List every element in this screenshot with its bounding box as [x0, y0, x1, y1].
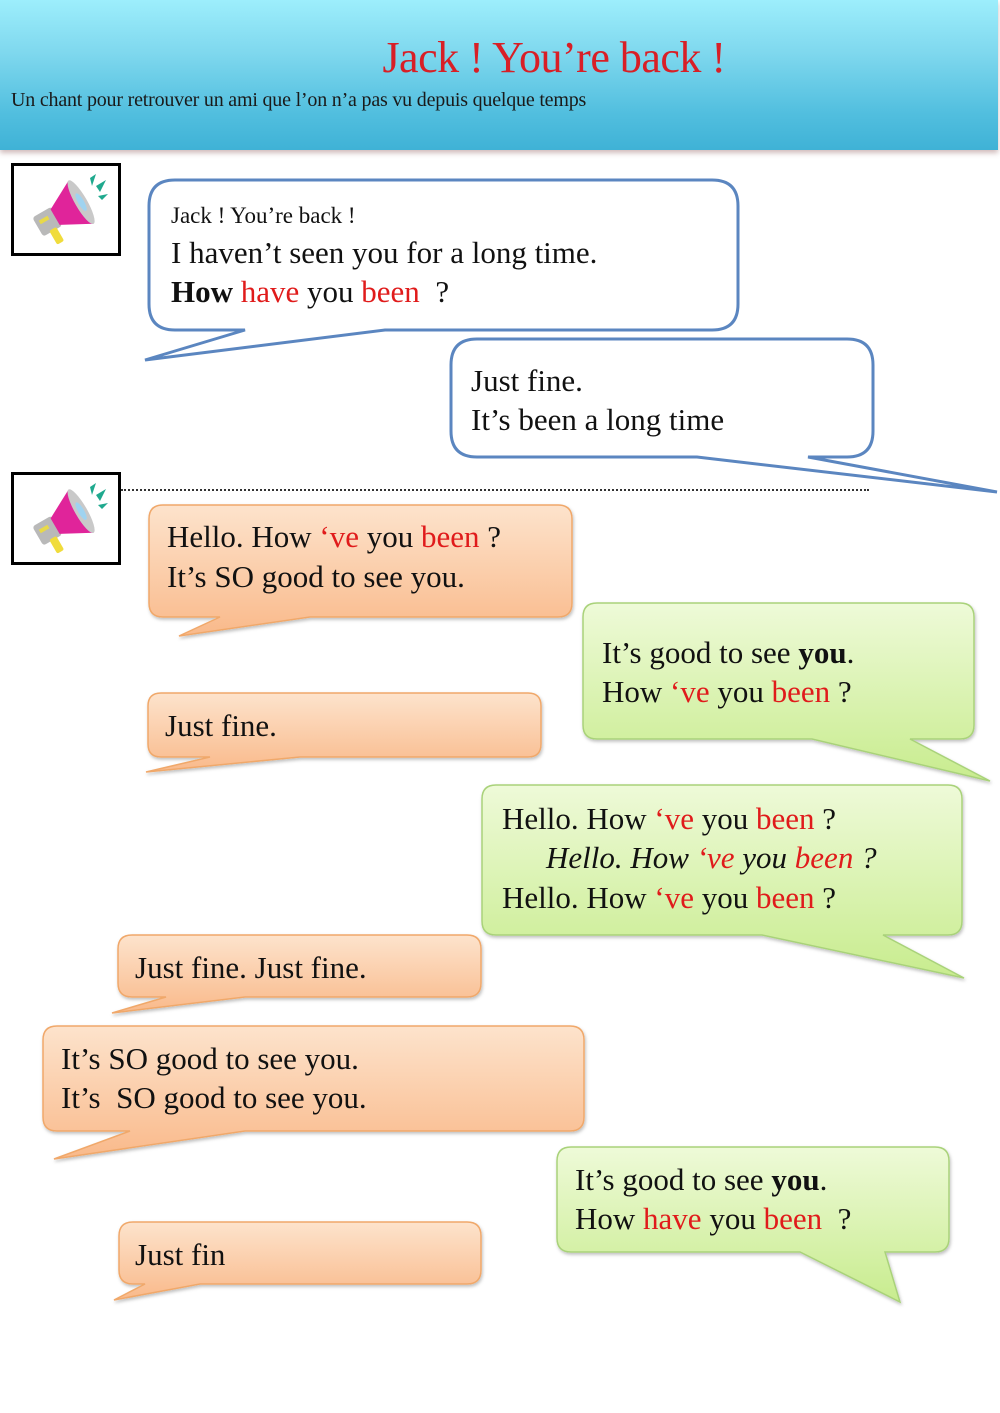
text: you [694, 880, 756, 915]
orange-4-line-1: It’s SO good to see you. [61, 1041, 359, 1076]
word-ve: ‘ve [670, 674, 710, 709]
text: you [709, 674, 772, 709]
green-2-line-1: Hello. How ‘ve you been ? [502, 799, 836, 838]
text: It’s good to see [575, 1162, 772, 1197]
orange-2-line-1: Just fine. [165, 708, 277, 743]
word-have: have [643, 1201, 702, 1236]
word-ve: ‘ve [696, 840, 735, 875]
bubble-2-line-2: It’s been a long time [471, 402, 725, 437]
green-1-line-2: How ‘ve you been ? [602, 672, 852, 711]
text: Hello. How [167, 519, 320, 554]
text: How [575, 1201, 644, 1236]
green-3-line-1: It’s good to see you. [575, 1160, 827, 1199]
orange-1-line-1: Hello. How ‘ve you been ? [167, 517, 501, 556]
text: Hello. How [502, 801, 655, 836]
orange-3-line-1: Just fine. Just fine. [135, 950, 367, 985]
word-been: been [763, 1201, 823, 1236]
word-you: you [798, 635, 847, 670]
text: you [694, 801, 756, 836]
text: Hello. How [502, 880, 655, 915]
bubble-2-line-1: Just fine. [471, 363, 583, 398]
word-been: been [361, 274, 420, 309]
bubble-1-line-1: Jack ! You’re back ! [171, 203, 356, 228]
word-ve: ‘ve [654, 801, 694, 836]
text: Hello. How [546, 840, 697, 875]
green-1-line-1: It’s good to see you. [602, 633, 854, 672]
text: ? [822, 1201, 852, 1236]
text: ? [814, 880, 837, 915]
word-ve: ‘ve [319, 519, 359, 554]
word-been: been [794, 840, 854, 875]
text: It’s good to see [602, 635, 799, 670]
word-been: been [756, 801, 815, 836]
word-ve: ‘ve [654, 880, 694, 915]
bubble-1-line-2: I haven’t seen you for a long time. [171, 235, 598, 270]
orange-4-line-2: It’s SO good to see you. [61, 1080, 367, 1115]
bubble-1-line-3: How have you been ? [171, 272, 449, 311]
text: ? [830, 674, 852, 709]
word-have: have [240, 274, 300, 309]
green-3-line-2: How have you been ? [575, 1199, 851, 1238]
text: ? [479, 519, 502, 554]
text: you [734, 840, 795, 875]
word-how: How [171, 274, 233, 309]
word-you: you [299, 274, 362, 309]
orange-5-line-1: Just fin [135, 1237, 226, 1272]
word-been: been [756, 880, 815, 915]
text: . [846, 635, 855, 670]
orange-1-line-2: It’s SO good to see you. [167, 559, 465, 594]
text: How [602, 674, 671, 709]
word-you: you [771, 1162, 820, 1197]
green-2-line-2: Hello. How ‘ve you been ? [546, 838, 877, 877]
word-been: been [421, 519, 480, 554]
text: . [819, 1162, 828, 1197]
word-been: been [771, 674, 831, 709]
text: ? [814, 801, 837, 836]
text: you [359, 519, 421, 554]
green-2-line-3: Hello. How ‘ve you been ? [502, 878, 836, 917]
text: you [701, 1201, 764, 1236]
question-mark: ? [419, 274, 450, 309]
text: ? [853, 840, 877, 875]
